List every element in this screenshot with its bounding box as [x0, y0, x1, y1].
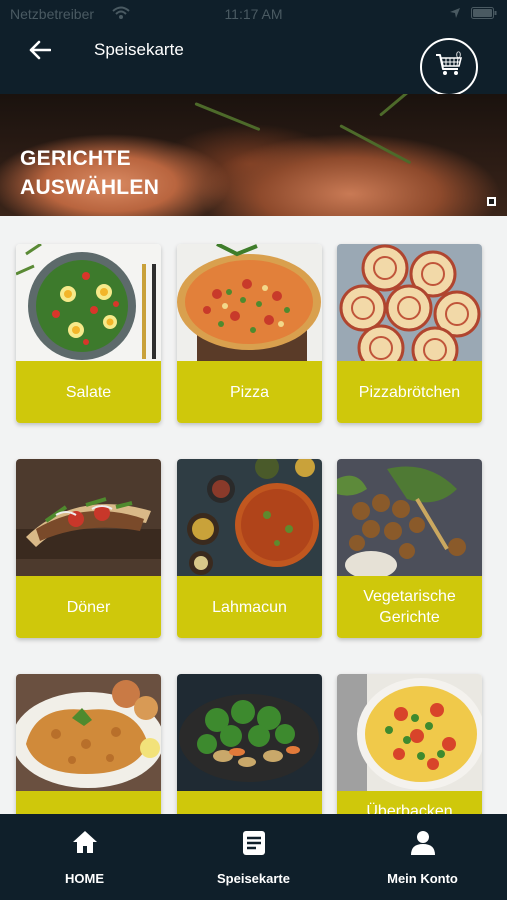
status-time: 11:17 AM	[224, 6, 283, 22]
tab-label: HOME	[65, 871, 104, 886]
bottom-tab-bar: HOME Speisekarte Mein Konto	[0, 814, 507, 900]
doner-photo	[16, 459, 161, 576]
hero-banner: GERICHTE AUSWÄHLEN	[0, 94, 507, 216]
category-card-doener[interactable]: Döner	[16, 459, 161, 638]
tab-home[interactable]: HOME	[0, 814, 169, 900]
category-label	[16, 791, 161, 814]
category-card-ueberbacken[interactable]: Überbacken	[337, 674, 482, 814]
tab-speisekarte[interactable]: Speisekarte	[169, 814, 338, 900]
category-card-pizzabroetchen[interactable]: Pizzabrötchen	[337, 244, 482, 423]
falafel-photo	[337, 459, 482, 576]
menu-list-icon	[242, 830, 266, 861]
tab-mein-konto[interactable]: Mein Konto	[338, 814, 507, 900]
category-card-gemuese[interactable]	[177, 674, 322, 814]
back-button[interactable]	[26, 38, 54, 66]
lahmacun-photo	[177, 459, 322, 576]
category-label: Vegetarische Gerichte	[337, 576, 482, 638]
category-card-vegetarische-gerichte[interactable]: Vegetarische Gerichte	[337, 459, 482, 638]
category-grid-scroll[interactable]: Salate Pizza Pizzabrötchen Döner Lahmacu…	[0, 216, 507, 814]
salad-photo	[16, 244, 161, 361]
category-label: Pizza	[177, 361, 322, 423]
app-header: Netzbetreiber 11:17 AM Speisekarte 0	[0, 0, 507, 96]
tab-label: Mein Konto	[387, 871, 458, 886]
banner-corner-marker	[487, 197, 496, 206]
vegetables-photo	[177, 674, 322, 791]
status-bar: Netzbetreiber 11:17 AM	[0, 0, 507, 28]
battery-icon	[471, 6, 497, 22]
casserole-photo	[337, 674, 482, 791]
category-label: Döner	[16, 576, 161, 638]
category-card-lahmacun[interactable]: Lahmacun	[177, 459, 322, 638]
banner-title: GERICHTE AUSWÄHLEN	[20, 147, 160, 199]
category-card-pizza[interactable]: Pizza	[177, 244, 322, 423]
category-label	[177, 791, 322, 814]
page-title: Speisekarte	[94, 40, 184, 59]
home-icon	[72, 830, 98, 859]
category-card-schnitzel[interactable]	[16, 674, 161, 814]
cart-count-badge: 0	[456, 50, 462, 60]
arrow-left-icon	[29, 40, 52, 65]
location-icon	[449, 6, 461, 22]
category-label: Lahmacun	[177, 576, 322, 638]
pizza-photo	[177, 244, 322, 361]
schnitzel-photo	[16, 674, 161, 791]
category-label: Salate	[16, 361, 161, 423]
pizza-rolls-photo	[337, 244, 482, 361]
category-label: Pizzabrötchen	[337, 361, 482, 423]
user-icon	[410, 830, 436, 861]
cart-button[interactable]: 0	[420, 38, 478, 96]
tab-label: Speisekarte	[217, 871, 290, 886]
category-label: Überbacken	[337, 791, 482, 814]
category-card-salate[interactable]: Salate	[16, 244, 161, 423]
